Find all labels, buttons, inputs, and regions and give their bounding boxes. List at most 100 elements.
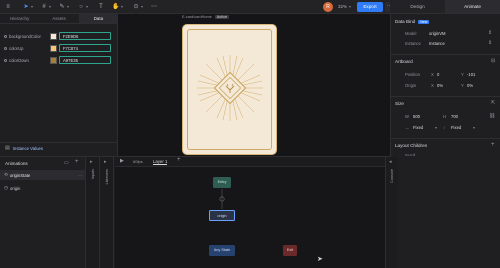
instance-label: Instance — [405, 41, 421, 46]
right-panel: Data Bind New Model originVM ⇕ Instance … — [390, 14, 500, 268]
chevron-down-icon[interactable]: ▾ — [49, 4, 51, 9]
tab-data[interactable]: Data — [78, 14, 118, 23]
y-axis-label: Y — [461, 83, 464, 88]
divider — [0, 142, 118, 143]
chevron-down-icon[interactable]: ▾ — [473, 125, 475, 130]
position-x-input[interactable]: 0 — [437, 72, 439, 77]
lock-icon[interactable]: ⊟ — [491, 58, 495, 64]
width-mode-icon: ↔ — [405, 125, 410, 130]
menu-icon[interactable]: ≡ — [4, 3, 12, 11]
avatar[interactable]: R — [323, 2, 333, 12]
state-machine-graph[interactable]: ▶ 60fps Layer 1 + Entry origin Any State… — [115, 157, 385, 268]
property-row[interactable]: colorUp F7C874 — [4, 44, 111, 52]
console-panel-collapsed[interactable]: ◂ Console — [385, 157, 398, 268]
color-swatch[interactable] — [50, 44, 57, 52]
chevron-updown-icon[interactable]: ⇕ — [488, 40, 492, 46]
size-section-title: Size — [395, 101, 404, 106]
artboard-section-title: Artboard — [395, 59, 413, 64]
hex-input[interactable]: F7C874 — [59, 44, 111, 52]
link-icon[interactable]: ⛓ — [489, 113, 495, 119]
left-panel: Hierarchy Assets Data backgroundColor F2… — [0, 14, 118, 156]
instance-select[interactable]: Instance — [429, 41, 445, 46]
artboard-label[interactable]: E-card/cardHome Active — [182, 15, 230, 19]
list-item[interactable]: ⟲ originState ⋯ — [0, 170, 86, 180]
property-dot-icon — [4, 46, 7, 50]
mouse-cursor-icon: ➤ — [317, 256, 323, 263]
property-row[interactable]: colorDown A97E35 — [4, 56, 111, 64]
height-axis-label: H — [443, 114, 447, 119]
tab-animate[interactable]: Animate — [445, 0, 500, 13]
listeners-panel-collapsed[interactable]: ▸ Listeners — [101, 157, 114, 268]
folder-icon[interactable]: ▭ — [64, 160, 69, 166]
layout-children-section-title: Layout Children — [395, 143, 428, 148]
divider — [391, 54, 500, 55]
property-name: colorUp — [9, 45, 24, 51]
chevron-down-icon[interactable]: ▾ — [349, 3, 351, 11]
chevron-down-icon[interactable]: ▾ — [435, 125, 437, 130]
origin-y-input[interactable]: 0% — [467, 83, 473, 88]
model-select[interactable]: originVM — [429, 31, 446, 36]
any-state-node[interactable]: Any State — [209, 245, 235, 256]
height-mode-select[interactable]: Fixed — [451, 125, 461, 130]
data-bind-section-title: Data Bind New — [395, 19, 430, 24]
chevron-down-icon[interactable]: ▾ — [121, 4, 123, 9]
chevron-down-icon[interactable]: ▾ — [86, 4, 88, 9]
resize-icon[interactable]: ⇱ — [491, 100, 495, 106]
zoom-level[interactable]: 32% — [338, 3, 347, 11]
hand-tool-icon[interactable]: ✋ — [112, 3, 120, 11]
options-icon[interactable]: ⋯ — [78, 173, 82, 178]
chevron-updown-icon[interactable]: ⇕ — [488, 30, 492, 36]
chevron-down-icon[interactable]: ▾ — [141, 4, 143, 9]
state-machine-icon: ⟲ — [4, 172, 8, 177]
width-input[interactable]: 500 — [413, 114, 420, 119]
property-row[interactable]: backgroundColor F2E9D6 — [4, 32, 111, 40]
height-input[interactable]: 700 — [451, 114, 458, 119]
x-axis-label: X — [431, 83, 434, 88]
component-tool-icon[interactable]: ⊙ — [132, 3, 140, 11]
expand-icon[interactable]: ▸ — [104, 159, 107, 165]
tab-hierarchy[interactable]: Hierarchy — [0, 14, 39, 23]
origin-state-node[interactable]: origin — [209, 210, 235, 221]
chevron-down-icon[interactable]: ▾ — [67, 4, 69, 9]
sunburst-emblem-icon — [197, 55, 263, 121]
export-button[interactable]: Export — [357, 2, 383, 12]
expand-icon[interactable]: ◂ — [389, 159, 392, 165]
scroll-label: Scroll — [405, 153, 416, 156]
left-panel-tabs: Hierarchy Assets Data — [0, 14, 118, 24]
text-tool-icon[interactable]: T — [97, 3, 105, 11]
add-animation-icon[interactable]: + — [75, 159, 79, 165]
frame-tool-icon[interactable]: # — [40, 3, 48, 11]
instance-values-link[interactable]: ▤ Instance Values — [5, 145, 43, 151]
tab-design[interactable]: Design — [390, 0, 445, 13]
property-dot-icon — [4, 34, 7, 38]
hex-input[interactable]: A97E35 — [59, 56, 111, 64]
add-icon[interactable]: + — [491, 142, 495, 148]
width-axis-label: W — [405, 114, 409, 119]
pointer-tool-icon[interactable]: ➤ — [22, 3, 30, 11]
transition-lines — [219, 189, 225, 209]
origin-x-input[interactable]: 0% — [437, 83, 443, 88]
pen-tool-icon[interactable]: ✎ — [58, 3, 66, 11]
exit-node[interactable]: Exit — [283, 245, 297, 256]
width-mode-select[interactable]: Fixed — [413, 125, 423, 130]
model-label: Model — [405, 31, 417, 36]
color-swatch[interactable] — [50, 56, 57, 64]
position-label: Position — [405, 72, 420, 77]
chevron-down-icon[interactable]: ▾ — [31, 4, 33, 9]
right-panel-tabs: Design Animate — [390, 0, 500, 14]
animations-title: Animations — [5, 161, 28, 166]
hex-input[interactable]: F2E9D6 — [59, 32, 111, 40]
entry-node[interactable]: Entry — [213, 177, 231, 188]
inputs-label: Inputs — [91, 169, 95, 180]
card-artboard[interactable] — [182, 24, 277, 155]
list-item[interactable]: ◷ origin — [4, 185, 20, 191]
expand-icon[interactable]: ▸ — [90, 159, 93, 165]
color-swatch[interactable] — [50, 32, 57, 40]
inputs-panel-collapsed[interactable]: ▸ Inputs — [87, 157, 100, 268]
tab-assets[interactable]: Assets — [39, 14, 78, 23]
position-y-input[interactable]: -101 — [467, 72, 475, 77]
x-axis-label: X — [431, 72, 434, 77]
y-axis-label: Y — [461, 72, 464, 77]
more-tools-icon[interactable]: ⋯ — [150, 3, 158, 11]
shape-tool-icon[interactable]: ○ — [77, 3, 85, 11]
